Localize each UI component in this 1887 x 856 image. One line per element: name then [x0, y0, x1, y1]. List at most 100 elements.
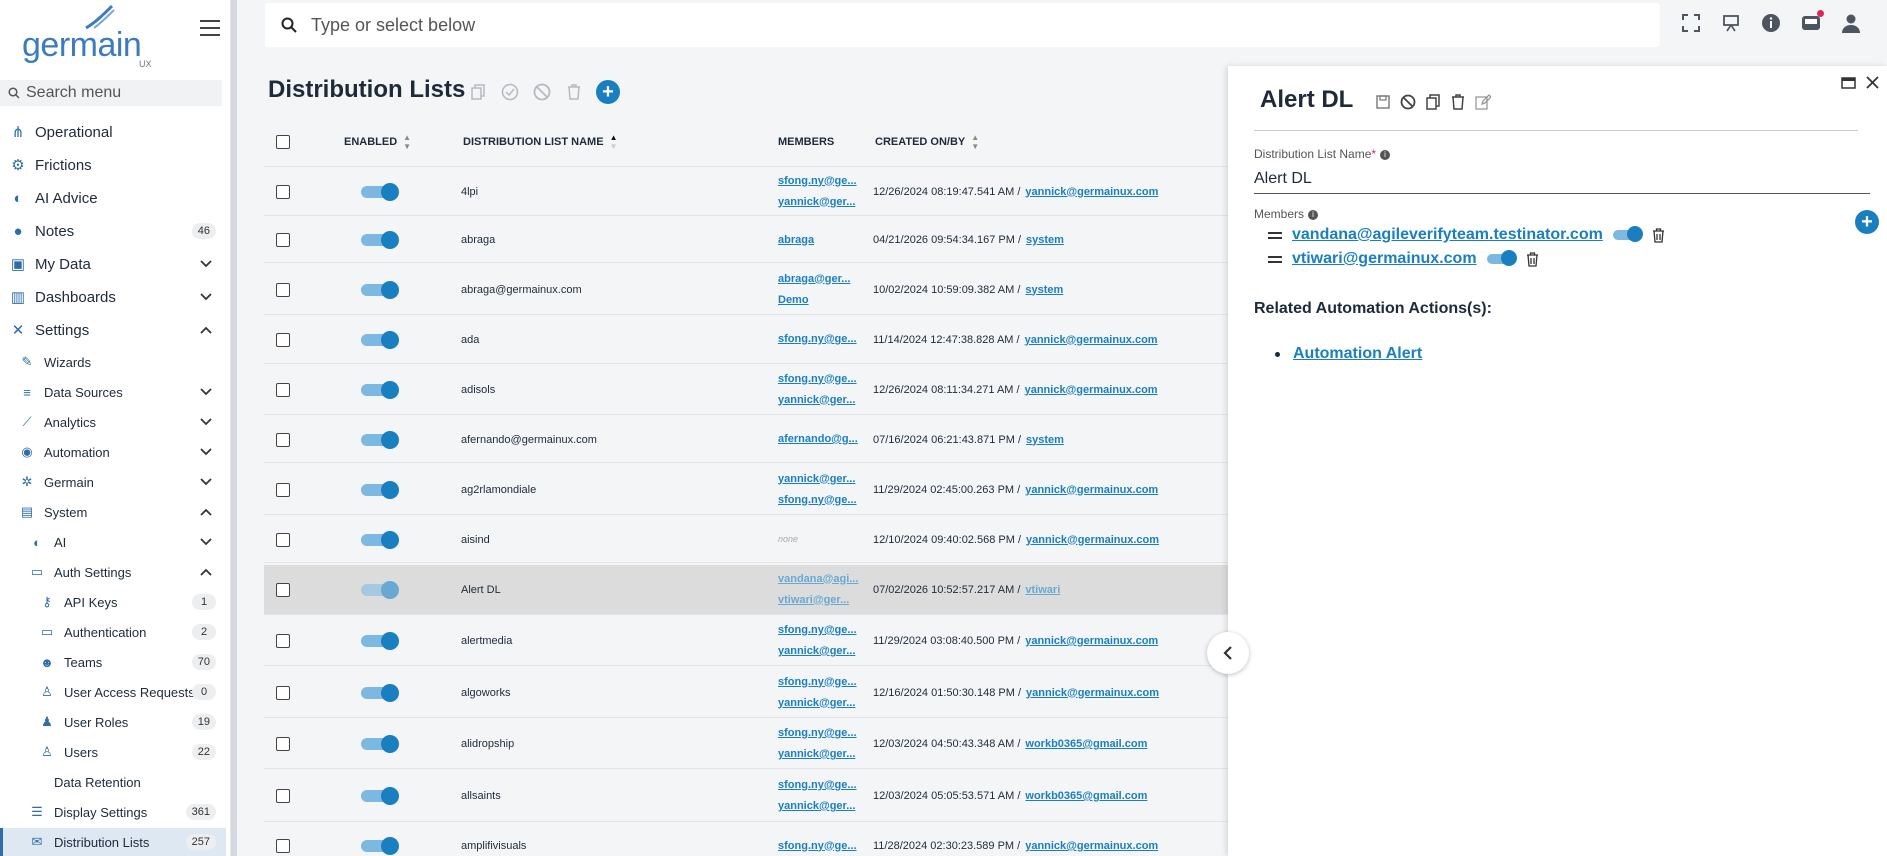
sidebar-item-germain[interactable]: ✲ Germain	[0, 468, 226, 496]
sidebar-item-authentication[interactable]: ▭ Authentication 2	[0, 618, 226, 646]
row-checkbox[interactable]	[276, 685, 290, 700]
created-by-link[interactable]: system	[1026, 434, 1064, 446]
row-checkbox[interactable]	[276, 332, 290, 347]
info-icon[interactable]	[1760, 12, 1782, 34]
created-by-link[interactable]: yannick@germainux.com	[1025, 635, 1158, 647]
global-search-input[interactable]	[311, 14, 1211, 36]
fullscreen-icon[interactable]	[1680, 12, 1702, 34]
sidebar-item-system[interactable]: ▤ System	[0, 498, 226, 526]
maximize-icon[interactable]	[1841, 76, 1856, 94]
menu-search-input[interactable]: Search menu	[0, 80, 222, 106]
add-member-button[interactable]: +	[1855, 210, 1879, 234]
copy-icon[interactable]	[1424, 93, 1441, 110]
chevron-down-icon[interactable]	[200, 385, 212, 399]
member-link[interactable]: Demo	[778, 290, 850, 311]
table-row[interactable]: aisind none 12/10/2024 09:40:02.568 PM / ya…	[264, 517, 1264, 563]
member-link[interactable]: yannick@ger...	[778, 641, 857, 662]
column-header-created[interactable]: CREATED ON/BY ▲ ▼	[875, 133, 979, 151]
table-row[interactable]: abraga abraga 04/21/2026 09:54:34.167 PM /…	[264, 218, 1264, 263]
table-row[interactable]: ada sfong.ny@ge... 11/14/2024 12:47:38.828…	[264, 316, 1264, 364]
edit-icon[interactable]	[1474, 93, 1491, 110]
member-link[interactable]: sfong.ny@ge...	[778, 171, 857, 192]
created-by-link[interactable]: yannick@germainux.com	[1025, 484, 1158, 496]
sort-asc-icon[interactable]: ▲ ▼	[610, 133, 618, 151]
created-by-link[interactable]: yannick@germainux.com	[1025, 186, 1158, 198]
chevron-up-icon[interactable]	[200, 323, 212, 337]
table-row[interactable]: 4lpi sfong.ny@ge... yannick@ger... 12/26/20…	[264, 168, 1264, 216]
created-by-link[interactable]: yannick@germainux.com	[1026, 687, 1159, 699]
column-header-name[interactable]: DISTRIBUTION LIST NAME ▲ ▼	[463, 133, 617, 151]
table-row[interactable]: adisols sfong.ny@ge... yannick@ger... 12/26…	[264, 365, 1264, 415]
enabled-toggle[interactable]	[361, 632, 399, 650]
member-email-link[interactable]: vtiwari@germainux.com	[1292, 250, 1477, 268]
disable-icon[interactable]	[532, 82, 552, 102]
member-link[interactable]: vtiwari@ger...	[778, 590, 858, 611]
row-checkbox[interactable]	[276, 839, 290, 853]
member-link[interactable]: yannick@ger...	[778, 744, 857, 765]
trash-icon[interactable]	[1525, 251, 1541, 267]
row-checkbox[interactable]	[276, 482, 290, 497]
sidebar-item-notes[interactable]: ● Notes 46	[0, 216, 226, 246]
member-enabled-toggle[interactable]	[1486, 250, 1517, 268]
chevron-down-icon[interactable]	[200, 475, 212, 489]
sidebar-item-my-data[interactable]: ▣ My Data	[0, 249, 226, 279]
table-row[interactable]: algoworks sfong.ny@ge... yannick@ger... 12/…	[264, 668, 1264, 718]
sidebar-scrollbar[interactable]	[231, 0, 237, 856]
enabled-toggle[interactable]	[361, 231, 399, 249]
table-row[interactable]: afernando@germainux.com afernando@g... 07/…	[264, 417, 1264, 463]
member-link[interactable]: sfong.ny@ge...	[778, 490, 857, 511]
member-link[interactable]: sfong.ny@ge...	[778, 836, 857, 856]
row-checkbox[interactable]	[276, 184, 290, 199]
trash-icon[interactable]	[1651, 227, 1667, 243]
sidebar-item-operational[interactable]: ⋔ Operational	[0, 117, 226, 147]
table-row[interactable]: alertmedia sfong.ny@ge... yannick@ger... 11…	[264, 617, 1264, 666]
sidebar-item-user-access-requests[interactable]: ♙ User Access Requests 0	[0, 678, 226, 706]
enabled-toggle[interactable]	[361, 330, 399, 349]
created-by-link[interactable]: yannick@germainux.com	[1025, 840, 1158, 852]
enabled-toggle[interactable]	[361, 480, 399, 499]
user-avatar-icon[interactable]	[1840, 12, 1862, 34]
created-by-link[interactable]: workb0365@gmail.com	[1025, 738, 1147, 750]
column-header-enabled[interactable]: ENABLED ▲ ▼	[344, 133, 411, 151]
row-checkbox[interactable]	[276, 737, 290, 751]
enabled-toggle[interactable]	[361, 787, 399, 805]
row-checkbox[interactable]	[276, 582, 290, 597]
sidebar-item-frictions[interactable]: ⚙ Frictions	[0, 150, 226, 180]
trash-icon[interactable]	[564, 82, 584, 102]
add-distribution-list-button[interactable]: +	[596, 80, 620, 104]
member-link[interactable]: afernando@g...	[778, 429, 858, 450]
enabled-toggle[interactable]	[361, 837, 399, 855]
member-enabled-toggle[interactable]	[1612, 226, 1643, 244]
created-by-link[interactable]: system	[1026, 234, 1064, 246]
copy-icon[interactable]	[468, 82, 488, 102]
chevron-down-icon[interactable]	[200, 290, 212, 304]
created-by-link[interactable]: yannick@germainux.com	[1025, 334, 1158, 346]
table-row[interactable]: ag2rlamondiale yannick@ger... sfong.ny@ge.…	[264, 465, 1264, 515]
enabled-toggle[interactable]	[361, 683, 399, 702]
column-header-members[interactable]: MEMBERS	[778, 136, 834, 148]
member-link[interactable]: yannick@ger...	[778, 390, 857, 411]
related-action-link[interactable]: Automation Alert	[1293, 345, 1422, 363]
chevron-down-icon[interactable]	[200, 415, 212, 429]
member-link[interactable]: vandana@agi...	[778, 569, 858, 590]
member-link[interactable]: sfong.ny@ge...	[778, 620, 857, 641]
enabled-toggle[interactable]	[361, 430, 399, 449]
sidebar-item-settings[interactable]: ✕ Settings	[0, 315, 226, 345]
check-circle-icon[interactable]	[500, 82, 520, 102]
chevron-up-icon[interactable]	[200, 505, 212, 519]
sidebar-item-api-keys[interactable]: ⚷ API Keys 1	[0, 588, 226, 616]
row-checkbox[interactable]	[276, 789, 290, 803]
sidebar-item-distribution-lists[interactable]: ✉ Distribution Lists 257	[0, 828, 226, 856]
select-all-checkbox[interactable]	[276, 134, 290, 149]
close-icon[interactable]	[1866, 76, 1879, 94]
table-row[interactable]: abraga@germainux.com abraga@ger... Demo 10/…	[264, 265, 1264, 315]
enabled-toggle[interactable]	[361, 280, 399, 299]
created-by-link[interactable]: system	[1025, 284, 1063, 296]
sidebar-item-teams[interactable]: ☻ Teams 70	[0, 648, 226, 676]
enabled-toggle[interactable]	[361, 530, 399, 549]
sort-icon[interactable]: ▲ ▼	[403, 133, 411, 151]
chevron-down-icon[interactable]	[200, 445, 212, 459]
member-link[interactable]: sfong.ny@ge...	[778, 723, 857, 744]
table-row[interactable]: Alert DL vandana@agi... vtiwari@ger... 07/0…	[264, 565, 1264, 615]
member-link[interactable]: sfong.ny@ge...	[778, 672, 857, 693]
